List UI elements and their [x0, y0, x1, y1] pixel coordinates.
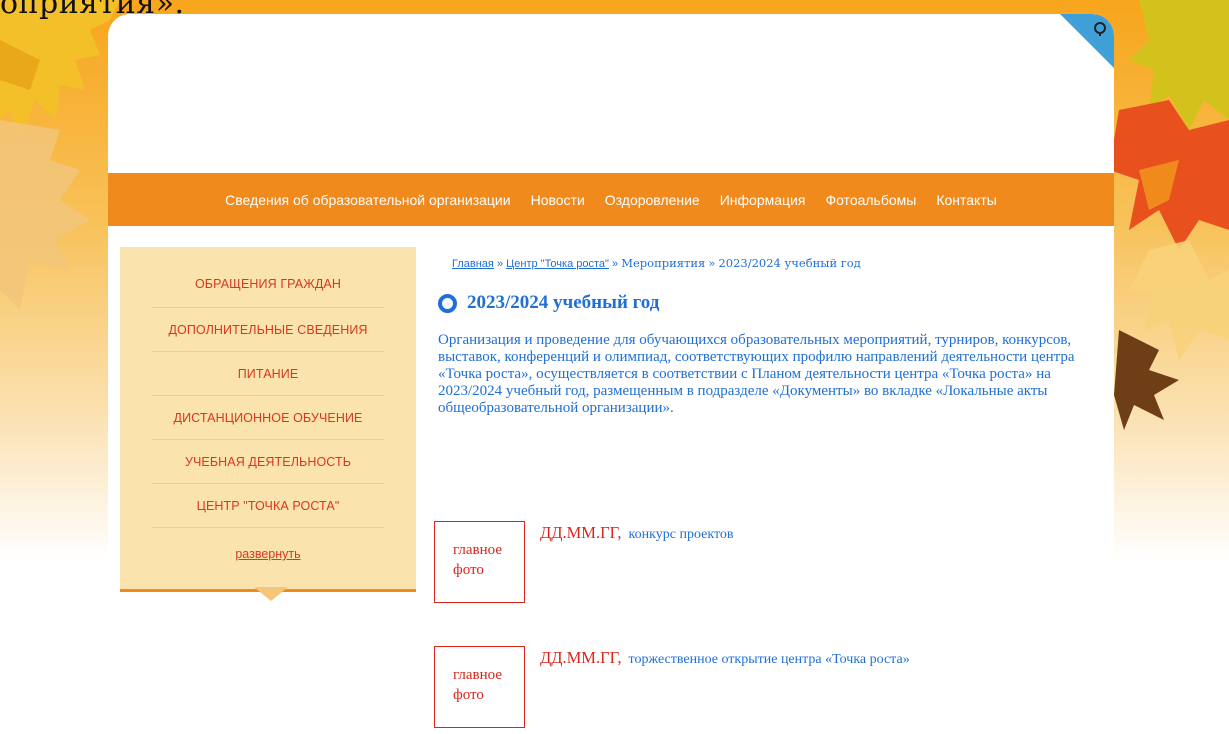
sidebar-item-growth-point-center[interactable]: ЦЕНТР "ТОЧКА РОСТА" [152, 484, 384, 528]
maple-leaves-right-icon [1109, 0, 1229, 430]
breadcrumb-home[interactable]: Главная [452, 258, 494, 270]
sidebar-item-distance-learning[interactable]: ДИСТАНЦИОННОЕ ОБУЧЕНИЕ [152, 396, 384, 440]
sidebar-notch [254, 587, 288, 601]
main-nav: Сведения об образовательной организации … [108, 173, 1114, 226]
nav-item-organization-info[interactable]: Сведения об образовательной организации [215, 192, 520, 208]
sidebar: ОБРАЩЕНИЯ ГРАЖДАН ДОПОЛНИТЕЛЬНЫЕ СВЕДЕНИ… [120, 247, 416, 601]
event-item[interactable]: главное фото ДД.ММ.ГГ, торжественное отк… [434, 646, 1074, 734]
sidebar-menu: ОБРАЩЕНИЯ ГРАЖДАН ДОПОЛНИТЕЛЬНЫЕ СВЕДЕНИ… [120, 247, 416, 528]
event-caption: ДД.ММ.ГГ, конкурс проектов [540, 523, 734, 543]
breadcrumb-center[interactable]: Центр "Точка роста" [506, 258, 609, 270]
nav-item-health[interactable]: Оздоровление [595, 192, 710, 208]
breadcrumb-separator: » [612, 258, 619, 270]
event-date: ДД.ММ.ГГ, [540, 523, 622, 542]
event-title[interactable]: конкурс проектов [629, 527, 734, 542]
sidebar-item-meals[interactable]: ПИТАНИЕ [152, 352, 384, 396]
help-corner[interactable] [1060, 14, 1114, 68]
sidebar-item-citizen-requests[interactable]: ОБРАЩЕНИЯ ГРАЖДАН [152, 277, 384, 308]
event-item[interactable]: главное фото ДД.ММ.ГГ, конкурс проектов [434, 521, 1074, 611]
event-photo-placeholder[interactable]: главное фото [434, 646, 525, 728]
event-caption: ДД.ММ.ГГ, торжественное открытие центра … [540, 648, 910, 668]
sidebar-item-educational-activity[interactable]: УЧЕБНАЯ ДЕЯТЕЛЬНОСТЬ [152, 440, 384, 484]
maple-leaf-left-lower-icon [0, 120, 90, 310]
circle-bullet-icon [438, 293, 457, 313]
nav-item-information[interactable]: Информация [710, 192, 816, 208]
breadcrumb: Главная » Центр "Точка роста" » Мероприя… [452, 256, 1074, 270]
breadcrumb-events[interactable]: Мероприятия [621, 256, 705, 270]
nav-item-photo-albums[interactable]: Фотоальбомы [815, 192, 926, 208]
sidebar-item-additional-info[interactable]: ДОПОЛНИТЕЛЬНЫЕ СВЕДЕНИЯ [152, 308, 384, 352]
breadcrumb-separator: » [708, 256, 716, 270]
page-title: 2023/2024 учебный год [438, 292, 1074, 314]
breadcrumb-separator: » [496, 258, 504, 270]
breadcrumb-current: 2023/2024 учебный год [718, 256, 861, 270]
page-card: Сведения об образовательной организации … [108, 14, 1114, 734]
main-content: Главная » Центр "Точка роста" » Мероприя… [434, 246, 1075, 728]
event-date: ДД.ММ.ГГ, [540, 648, 622, 667]
event-photo-placeholder[interactable]: главное фото [434, 521, 525, 603]
event-title[interactable]: торжественное открытие центра «Точка рос… [629, 652, 910, 667]
expand-link[interactable]: развернуть [120, 547, 416, 561]
nav-item-contacts[interactable]: Контакты [926, 192, 1006, 208]
page-title-text: 2023/2024 учебный год [467, 292, 660, 313]
nav-item-news[interactable]: Новости [521, 192, 595, 208]
intro-paragraph: Организация и проведение для обучающихся… [438, 332, 1075, 416]
